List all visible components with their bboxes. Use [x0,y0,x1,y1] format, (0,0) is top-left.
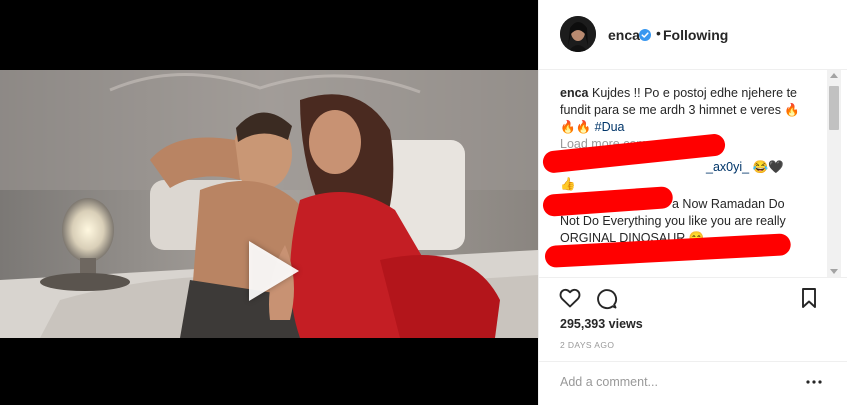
scroll-up-icon[interactable] [830,73,838,78]
caption-emoji: 🔥🔥 [560,120,592,134]
comment-text: a Now Ramadan Do [672,197,785,211]
heart-icon[interactable] [558,286,582,310]
post-header: enca • Following [539,0,847,70]
comment-text: 😂🖤 [752,160,784,174]
comments-scrollbar[interactable] [827,70,841,277]
view-count[interactable]: 295,393 views [560,317,643,331]
comment-emoji: 👍 [560,177,576,191]
caption-text: Kujdes !! Po e postoj edhe njehere te fu… [560,86,800,117]
following-button[interactable]: Following [663,27,728,43]
post-actions: 295,393 views 2 DAYS AGO [539,277,847,368]
add-comment-bar [539,361,847,405]
scroll-thumb[interactable] [829,86,839,130]
comment-text: Not Do Everything you like you are reall… [560,214,786,228]
bookmark-icon[interactable] [797,286,821,310]
more-options-icon[interactable] [804,372,824,392]
play-icon[interactable] [249,241,299,301]
verified-icon [639,28,651,41]
comment-mention[interactable]: _ax0yi_ [706,160,749,174]
username-link[interactable]: enca [608,27,640,43]
post-caption: enca Kujdes !! Po e postoj edhe njehere … [560,85,822,136]
post-timestamp[interactable]: 2 DAYS AGO [560,340,614,350]
separator-dot: • [656,25,661,41]
avatar[interactable] [560,16,596,52]
comment-icon[interactable] [594,286,618,310]
hashtag-link[interactable]: #Dua [595,120,625,134]
scroll-down-icon[interactable] [830,269,838,274]
add-comment-input[interactable] [560,372,796,392]
caption-username[interactable]: enca [560,86,589,100]
comments-list: enca Kujdes !! Po e postoj edhe njehere … [539,70,847,277]
video-player[interactable] [0,70,538,338]
post-media [0,0,538,405]
post-sidebar: enca • Following enca Kujdes !! Po e pos… [538,0,847,405]
